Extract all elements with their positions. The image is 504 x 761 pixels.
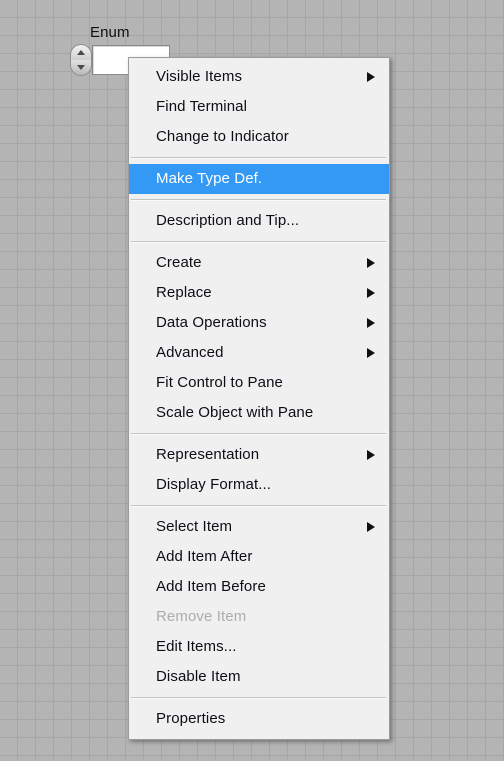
menu-item-description-and-tip[interactable]: Description and Tip...	[129, 206, 389, 236]
chevron-right-icon	[367, 450, 375, 460]
menu-item-replace[interactable]: Replace	[129, 278, 389, 308]
menu-item-data-operations[interactable]: Data Operations	[129, 308, 389, 338]
menu-separator	[131, 433, 386, 435]
menu-item-make-type-def[interactable]: Make Type Def.	[129, 164, 389, 194]
down-arrow-glyph	[77, 65, 85, 70]
menu-item-label: Disable Item	[156, 668, 241, 685]
enum-spinner[interactable]	[70, 44, 92, 76]
menu-item-visible-items[interactable]: Visible Items	[129, 62, 389, 92]
enum-label: Enum	[90, 24, 130, 41]
menu-item-label: Display Format...	[156, 476, 272, 493]
context-menu[interactable]: Visible Items Find Terminal Change to Indi…	[128, 57, 390, 740]
menu-item-add-item-before[interactable]: Add Item Before	[129, 572, 389, 602]
menu-item-label: Data Operations	[156, 314, 267, 331]
menu-item-fit-control-to-pane[interactable]: Fit Control to Pane	[129, 368, 389, 398]
menu-item-label: Properties	[156, 710, 226, 727]
menu-item-remove-item: Remove Item	[129, 602, 389, 632]
menu-separator	[131, 241, 386, 243]
menu-item-representation[interactable]: Representation	[129, 440, 389, 470]
menu-item-label: Fit Control to Pane	[156, 374, 283, 391]
menu-item-label: Find Terminal	[156, 98, 248, 115]
menu-item-advanced[interactable]: Advanced	[129, 338, 389, 368]
menu-item-label: Make Type Def.	[156, 170, 263, 187]
menu-item-label: Select Item	[156, 518, 233, 535]
menu-item-label: Add Item After	[156, 548, 253, 565]
menu-item-label: Edit Items...	[156, 638, 237, 655]
up-arrow-glyph	[77, 50, 85, 55]
menu-item-label: Representation	[156, 446, 260, 463]
down-arrow-icon[interactable]	[70, 60, 92, 76]
menu-item-label: Visible Items	[156, 68, 243, 85]
chevron-right-icon	[367, 72, 375, 82]
menu-item-scale-object-with-pane[interactable]: Scale Object with Pane	[129, 398, 389, 428]
menu-item-create[interactable]: Create	[129, 248, 389, 278]
menu-item-change-to-indicator[interactable]: Change to Indicator	[129, 122, 389, 152]
front-panel-canvas[interactable]: Enum Visible Items Find Terminal Change to…	[0, 0, 504, 761]
menu-item-find-terminal[interactable]: Find Terminal	[129, 92, 389, 122]
menu-item-label: Scale Object with Pane	[156, 404, 314, 421]
menu-item-add-item-after[interactable]: Add Item After	[129, 542, 389, 572]
menu-item-label: Remove Item	[156, 608, 247, 625]
chevron-right-icon	[367, 522, 375, 532]
menu-item-label: Change to Indicator	[156, 128, 289, 145]
menu-item-label: Advanced	[156, 344, 224, 361]
menu-separator	[131, 697, 386, 699]
menu-separator	[131, 157, 386, 159]
menu-item-label: Description and Tip...	[156, 212, 300, 229]
chevron-right-icon	[367, 258, 375, 268]
menu-separator	[131, 505, 386, 507]
menu-item-properties[interactable]: Properties	[129, 704, 389, 734]
menu-item-select-item[interactable]: Select Item	[129, 512, 389, 542]
menu-item-disable-item[interactable]: Disable Item	[129, 662, 389, 692]
menu-item-label: Replace	[156, 284, 212, 301]
chevron-right-icon	[367, 318, 375, 328]
menu-separator	[131, 199, 386, 201]
chevron-right-icon	[367, 288, 375, 298]
up-arrow-icon[interactable]	[70, 44, 92, 60]
chevron-right-icon	[367, 348, 375, 358]
menu-item-label: Create	[156, 254, 202, 271]
menu-item-label: Add Item Before	[156, 578, 266, 595]
menu-item-edit-items[interactable]: Edit Items...	[129, 632, 389, 662]
menu-item-display-format[interactable]: Display Format...	[129, 470, 389, 500]
